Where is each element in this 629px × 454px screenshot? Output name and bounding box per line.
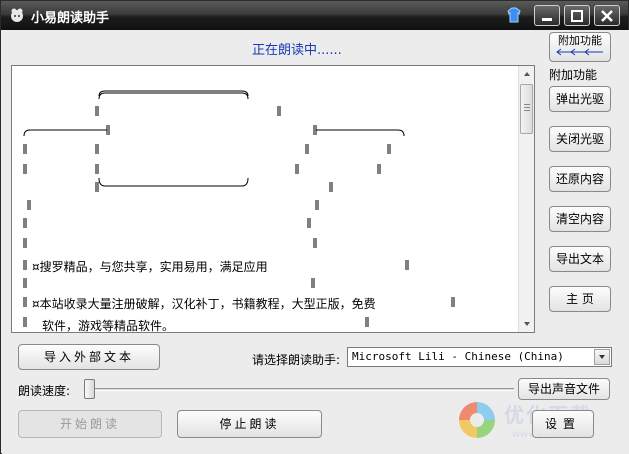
ascii-art-frame xyxy=(23,90,455,327)
vertical-scrollbar[interactable] xyxy=(518,66,534,332)
chevron-down-icon xyxy=(599,355,605,359)
skin-icon[interactable] xyxy=(504,5,524,25)
addon-toggle-label: 附加功能 xyxy=(558,34,602,47)
settings-label: 设置 xyxy=(544,417,581,431)
close-button[interactable] xyxy=(594,5,620,26)
clear-content-label: 清空内容 xyxy=(555,212,604,226)
reading-text-area[interactable]: ¤搜罗精品，与您共享，实用易用，满足应用 ¤本站收录大量注册破解，汉化补丁，书籍… xyxy=(11,65,535,333)
settings-button[interactable]: 设置 xyxy=(532,410,594,438)
speed-slider-track[interactable] xyxy=(86,388,514,391)
content-line: ¤本站收录大量注册破解，汉化补丁，书籍教程，大型正版，免费 xyxy=(32,297,376,311)
import-text-label: 导入外部文本 xyxy=(43,350,134,364)
start-reading-label: 开始朗读 xyxy=(59,417,120,431)
minimize-icon xyxy=(542,18,552,21)
addon-toggle-button[interactable]: 附加功能 xyxy=(549,32,611,62)
speed-label: 朗读速度: xyxy=(18,384,71,398)
app-icon xyxy=(11,8,23,22)
eject-drive-button[interactable]: 弹出光驱 xyxy=(549,86,611,112)
scroll-thumb[interactable] xyxy=(520,84,533,134)
voice-select-label: 请选择朗读助手: xyxy=(252,353,341,367)
grip-line xyxy=(524,104,530,105)
export-text-label: 导出文本 xyxy=(555,252,604,266)
voice-select-value: Microsoft Lili - Chinese (China) xyxy=(352,350,564,363)
scroll-up-icon[interactable] xyxy=(521,68,533,80)
restore-content-button[interactable]: 还原内容 xyxy=(549,166,611,192)
content-line: 软件，游戏等精品软件。 xyxy=(42,319,175,333)
dropdown-button[interactable] xyxy=(594,349,610,365)
export-text-button[interactable]: 导出文本 xyxy=(549,246,611,272)
minimize-button[interactable] xyxy=(534,5,560,26)
close-drive-label: 关闭光驱 xyxy=(555,132,604,146)
eject-drive-label: 弹出光驱 xyxy=(555,92,604,106)
close-icon xyxy=(601,10,613,22)
stop-reading-label: 停止朗读 xyxy=(219,417,280,431)
homepage-label: 主 页 xyxy=(566,292,594,306)
reading-status: 正在朗读中...... xyxy=(252,43,342,58)
start-reading-button[interactable]: 开始朗读 xyxy=(18,410,162,438)
voice-select[interactable]: Microsoft Lili - Chinese (China) xyxy=(347,347,612,367)
stop-reading-button[interactable]: 停止朗读 xyxy=(177,410,322,438)
content-line: ¤搜罗精品，与您共享，实用易用，满足应用 xyxy=(32,260,268,274)
grip-line xyxy=(524,107,530,108)
addon-section-label: 附加功能 xyxy=(549,68,598,82)
window-title: 小易朗读助手 xyxy=(31,11,110,26)
restore-content-label: 还原内容 xyxy=(555,172,604,186)
scroll-down-icon[interactable] xyxy=(521,318,533,330)
double-arrow-left-icon xyxy=(556,48,603,56)
maximize-icon xyxy=(571,10,583,22)
watermark-logo-icon xyxy=(459,402,495,438)
maximize-button[interactable] xyxy=(564,5,590,26)
import-text-button[interactable]: 导入外部文本 xyxy=(18,344,160,370)
speed-slider-thumb[interactable] xyxy=(84,379,95,399)
homepage-button[interactable]: 主 页 xyxy=(549,286,611,312)
grip-line xyxy=(524,110,530,111)
main-window: 小易朗读助手 正在朗读中...... ¤搜罗精品，与您共享，实用易用，满足应用 … xyxy=(0,0,629,454)
title-bar[interactable]: 小易朗读助手 xyxy=(1,1,628,30)
clear-content-button[interactable]: 清空内容 xyxy=(549,206,611,232)
client-area: 正在朗读中...... ¤搜罗精品，与您共享，实用易用，满足应用 ¤本站收录大量… xyxy=(2,30,629,454)
close-drive-button[interactable]: 关闭光驱 xyxy=(549,126,611,152)
